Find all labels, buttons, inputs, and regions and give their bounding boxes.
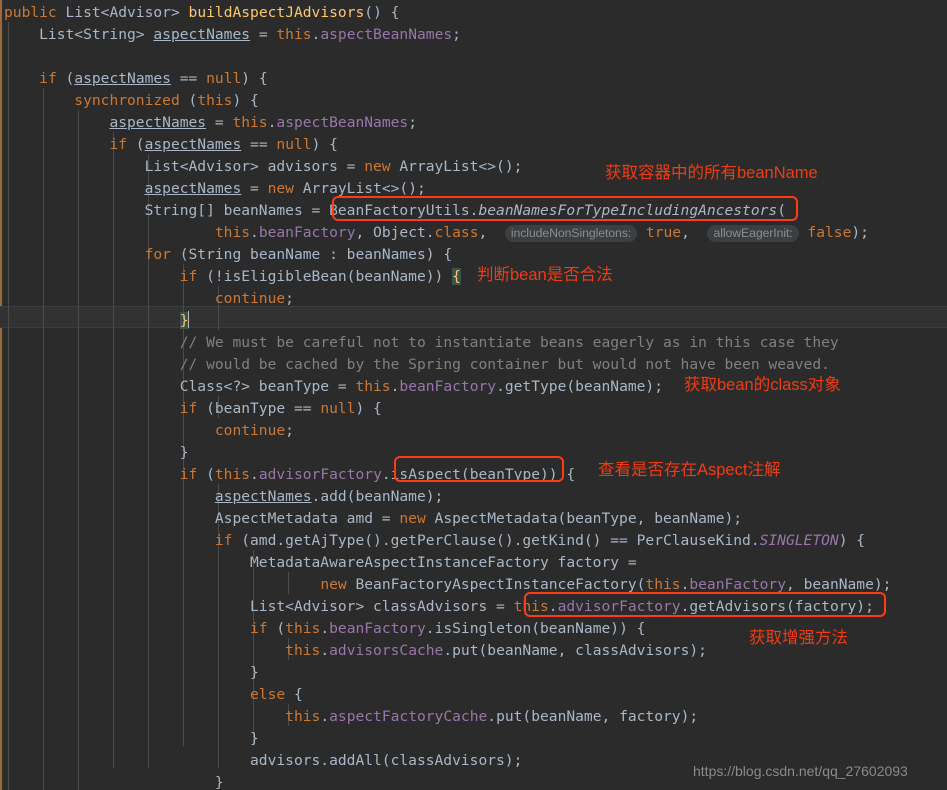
code-line[interactable]: this.aspectFactoryCache.put(beanName, fa…: [4, 706, 698, 728]
annotation-note-get-bean-class: 获取bean的class对象: [684, 376, 841, 394]
annotation-note-check-aspect-annotation: 查看是否存在Aspect注解: [598, 461, 781, 479]
code-line[interactable]: aspectNames.add(beanName);: [4, 486, 443, 508]
code-line[interactable]: if (amd.getAjType().getPerClause().getKi…: [4, 530, 865, 552]
code-line[interactable]: public List<Advisor> buildAspectJAdvisor…: [4, 2, 399, 24]
code-line[interactable]: // We must be careful not to instantiate…: [4, 332, 839, 354]
code-line[interactable]: aspectNames = this.aspectBeanNames;: [4, 112, 417, 134]
blog-watermark: https://blog.csdn.net/qq_27602093: [693, 763, 908, 779]
parameter-hint-value: false: [807, 224, 852, 241]
parameter-hint-value: true: [645, 224, 682, 241]
code-line[interactable]: new BeanFactoryAspectInstanceFactory(thi…: [4, 574, 891, 596]
code-line[interactable]: List<Advisor> advisors = new ArrayList<>…: [4, 156, 523, 178]
code-line[interactable]: if (beanType == null) {: [4, 398, 382, 420]
code-line[interactable]: String[] beanNames = BeanFactoryUtils.be…: [4, 200, 786, 222]
code-line[interactable]: if (aspectNames == null) {: [4, 68, 267, 90]
code-line[interactable]: Class<?> beanType = this.beanFactory.get…: [4, 376, 663, 398]
code-line[interactable]: continue;: [4, 288, 294, 310]
code-line[interactable]: List<String> aspectNames = this.aspectBe…: [4, 24, 461, 46]
code-line[interactable]: if (!isEligibleBean(beanName)) {: [4, 266, 461, 288]
code-line[interactable]: }: [4, 772, 224, 790]
code-line[interactable]: advisors.addAll(classAdvisors);: [4, 750, 522, 772]
code-line[interactable]: this.advisorsCache.put(beanName, classAd…: [4, 640, 707, 662]
annotation-note-get-all-bean-names: 获取容器中的所有beanName: [605, 164, 818, 182]
code-line[interactable]: aspectNames = new ArrayList<>();: [4, 178, 426, 200]
parameter-hint: allowEagerInit:: [707, 225, 799, 242]
code-line[interactable]: }: [4, 310, 189, 332]
annotation-note-check-bean-legal: 判断bean是否合法: [477, 266, 613, 284]
annotation-note-get-advice-methods: 获取增强方法: [749, 629, 848, 647]
code-line[interactable]: AspectMetadata amd = new AspectMetadata(…: [4, 508, 742, 530]
code-line[interactable]: MetadataAwareAspectInstanceFactory facto…: [4, 552, 637, 574]
code-line[interactable]: if (this.beanFactory.isSingleton(beanNam…: [4, 618, 645, 640]
code-line[interactable]: }: [4, 662, 259, 684]
code-line[interactable]: if (this.advisorFactory.isAspect(beanTyp…: [4, 464, 575, 486]
code-line[interactable]: synchronized (this) {: [4, 90, 259, 112]
code-line[interactable]: if (aspectNames == null) {: [4, 134, 337, 156]
code-line[interactable]: this.beanFactory, Object.class, includeN…: [4, 222, 869, 244]
code-line[interactable]: }: [4, 442, 189, 464]
code-line[interactable]: // would be cached by the Spring contain…: [4, 354, 830, 376]
code-line[interactable]: List<Advisor> classAdvisors = this.advis…: [4, 596, 874, 618]
code-line[interactable]: for (String beanName : beanNames) {: [4, 244, 453, 266]
code-text-layer[interactable]: public List<Advisor> buildAspectJAdvisor…: [0, 0, 947, 790]
code-editor-viewport[interactable]: public List<Advisor> buildAspectJAdvisor…: [0, 0, 947, 790]
parameter-hint: includeNonSingletons:: [504, 225, 638, 242]
code-line[interactable]: continue;: [4, 420, 294, 442]
code-line[interactable]: else {: [4, 684, 303, 706]
code-line[interactable]: }: [4, 728, 259, 750]
text-caret: [187, 311, 189, 328]
